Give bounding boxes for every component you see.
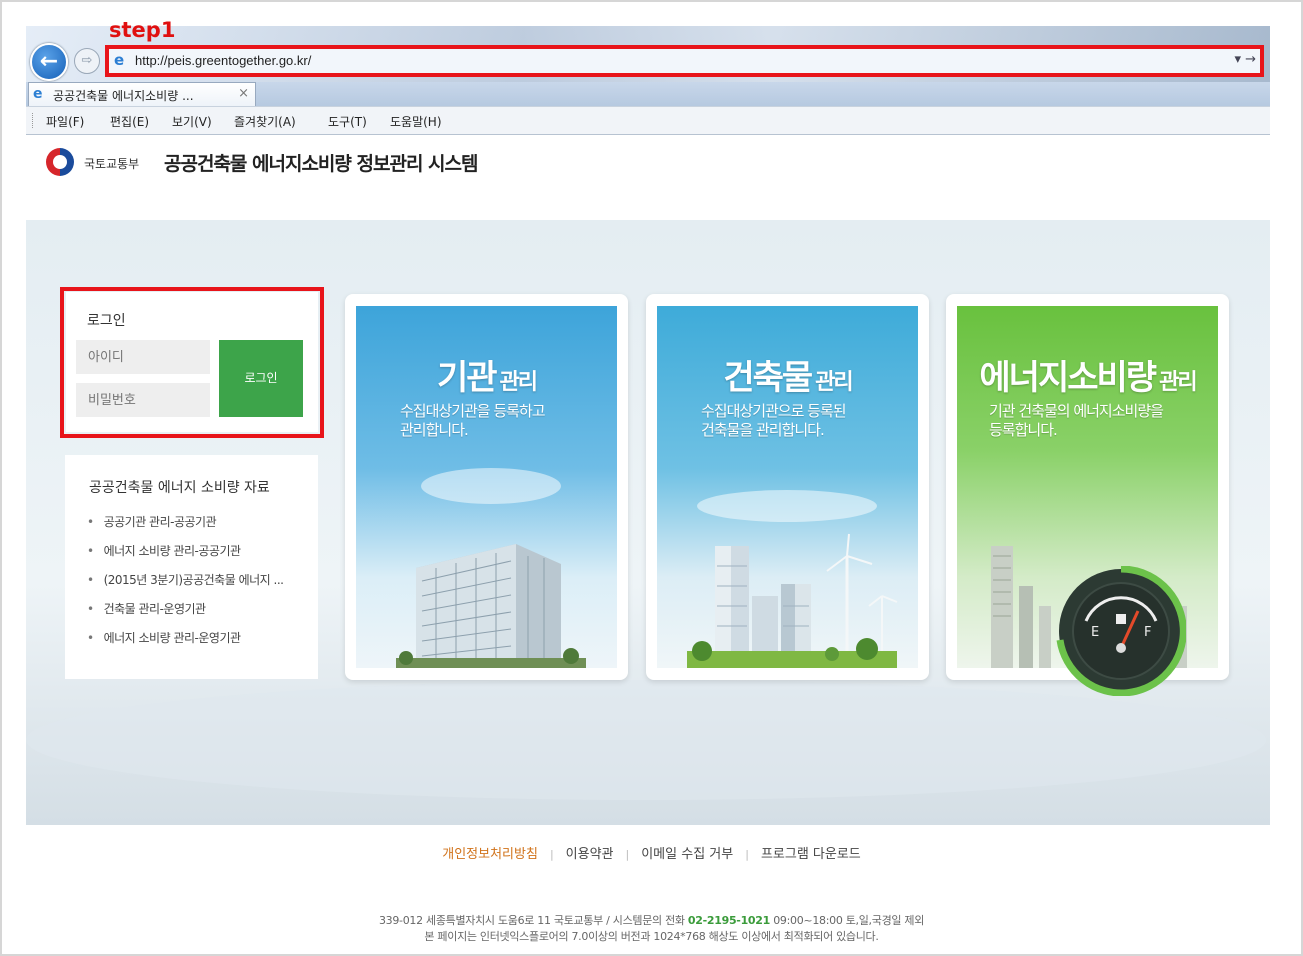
browser-chrome: ← ⇨ e http://peis.greentogether.go.kr/ ▾… (26, 26, 1270, 135)
institution-management-card[interactable]: 기관 관리 수집대상기관을 등록하고 관리합니다. (345, 294, 628, 680)
resources-title: 공공건축물 에너지 소비량 자료 (89, 480, 270, 496)
ministry-name: 국토교통부 (84, 157, 140, 171)
resource-link[interactable]: 에너지 소비량 관리-운영기관 (87, 629, 283, 658)
footer-separator: | (745, 848, 749, 861)
government-logo-icon (46, 148, 74, 176)
resource-link[interactable]: 건축물 관리-운영기관 (87, 600, 283, 629)
step1-label: step1 (109, 18, 176, 42)
gauge-empty-label: E (1091, 625, 1099, 640)
card-image: 건축물 관리 수집대상기관으로 등록된 건축물을 관리합니다. (657, 306, 918, 668)
menu-bar: 파일(F) 편집(E) 보기(V) 즐겨찾기(A) 도구(T) 도움말(H) (26, 106, 1270, 135)
gauge-full-label: F (1144, 625, 1151, 640)
footer-address-text: 339-012 세종특별자치시 도움6로 11 국토교통부 / 시스템문의 전화 (378, 914, 688, 927)
tab-bar: e 공공건축물 에너지소비량 ... × (26, 82, 1270, 106)
resource-link[interactable]: (2015년 3분기)공공건축물 에너지 ... (87, 571, 284, 600)
menu-edit[interactable]: 편집(E) (110, 113, 149, 130)
step2-highlight-box (60, 287, 324, 438)
privacy-policy-link[interactable]: 개인정보처리방침 (442, 843, 538, 862)
program-download-link[interactable]: 프로그램 다운로드 (761, 843, 861, 862)
email-refusal-link[interactable]: 이메일 수집 거부 (641, 843, 733, 862)
tab-close-icon[interactable]: × (238, 86, 249, 101)
card-image: 기관 관리 수집대상기관을 등록하고 관리합니다. (356, 306, 617, 668)
resource-link[interactable]: 에너지 소비량 관리-공공기관 (87, 542, 283, 571)
menu-file[interactable]: 파일(F) (46, 113, 84, 130)
footer-links: 개인정보처리방침 | 이용약관 | 이메일 수집 거부 | 프로그램 다운로드 (0, 843, 1303, 862)
resources-list: 공공기관 관리-공공기관 에너지 소비량 관리-공공기관 (2015년 3분기)… (87, 513, 284, 658)
footer-address: 339-012 세종특별자치시 도움6로 11 국토교통부 / 시스템문의 전화… (0, 912, 1303, 928)
resources-panel: 공공건축물 에너지 소비량 자료 공공기관 관리-공공기관 에너지 소비량 관리… (65, 455, 318, 679)
menu-tools[interactable]: 도구(T) (328, 113, 367, 130)
step1-highlight-box (105, 45, 1264, 77)
footer-phone: 02-2195-1021 (687, 914, 770, 927)
tab-current[interactable]: e 공공건축물 에너지소비량 ... × (28, 82, 256, 106)
back-button[interactable]: ← (30, 43, 68, 81)
menu-grip (32, 113, 35, 128)
ie-tab-icon: e (33, 86, 43, 102)
footer-separator: | (549, 848, 554, 861)
forward-button[interactable]: ⇨ (74, 48, 100, 74)
menu-help[interactable]: 도움말(H) (390, 113, 442, 130)
fuel-pump-icon (1116, 614, 1126, 624)
menu-view[interactable]: 보기(V) (172, 113, 212, 130)
footer-hours: 09:00~18:00 토,일,국경일 제외 (770, 914, 925, 927)
tab-title: 공공건축물 에너지소비량 ... (53, 89, 194, 103)
office-building-illustration (396, 468, 586, 668)
footer-browser-note: 본 페이지는 인터넷익스플로어의 7.0이상의 버전과 1024*768 해상도… (424, 930, 879, 943)
resource-link[interactable]: 공공기관 관리-공공기관 (87, 513, 283, 542)
menu-favorites[interactable]: 즐겨찾기(A) (234, 113, 296, 130)
city-wind-turbine-illustration (687, 490, 898, 668)
fuel-gauge-icon: E F (1056, 566, 1186, 696)
building-management-card[interactable]: 건축물 관리 수집대상기관으로 등록된 건축물을 관리합니다. (646, 294, 929, 680)
site-title[interactable]: 공공건축물 에너지소비량 정보관리 시스템 (164, 149, 478, 176)
terms-link[interactable]: 이용약관 (566, 843, 614, 862)
footer-separator: | (625, 848, 630, 861)
